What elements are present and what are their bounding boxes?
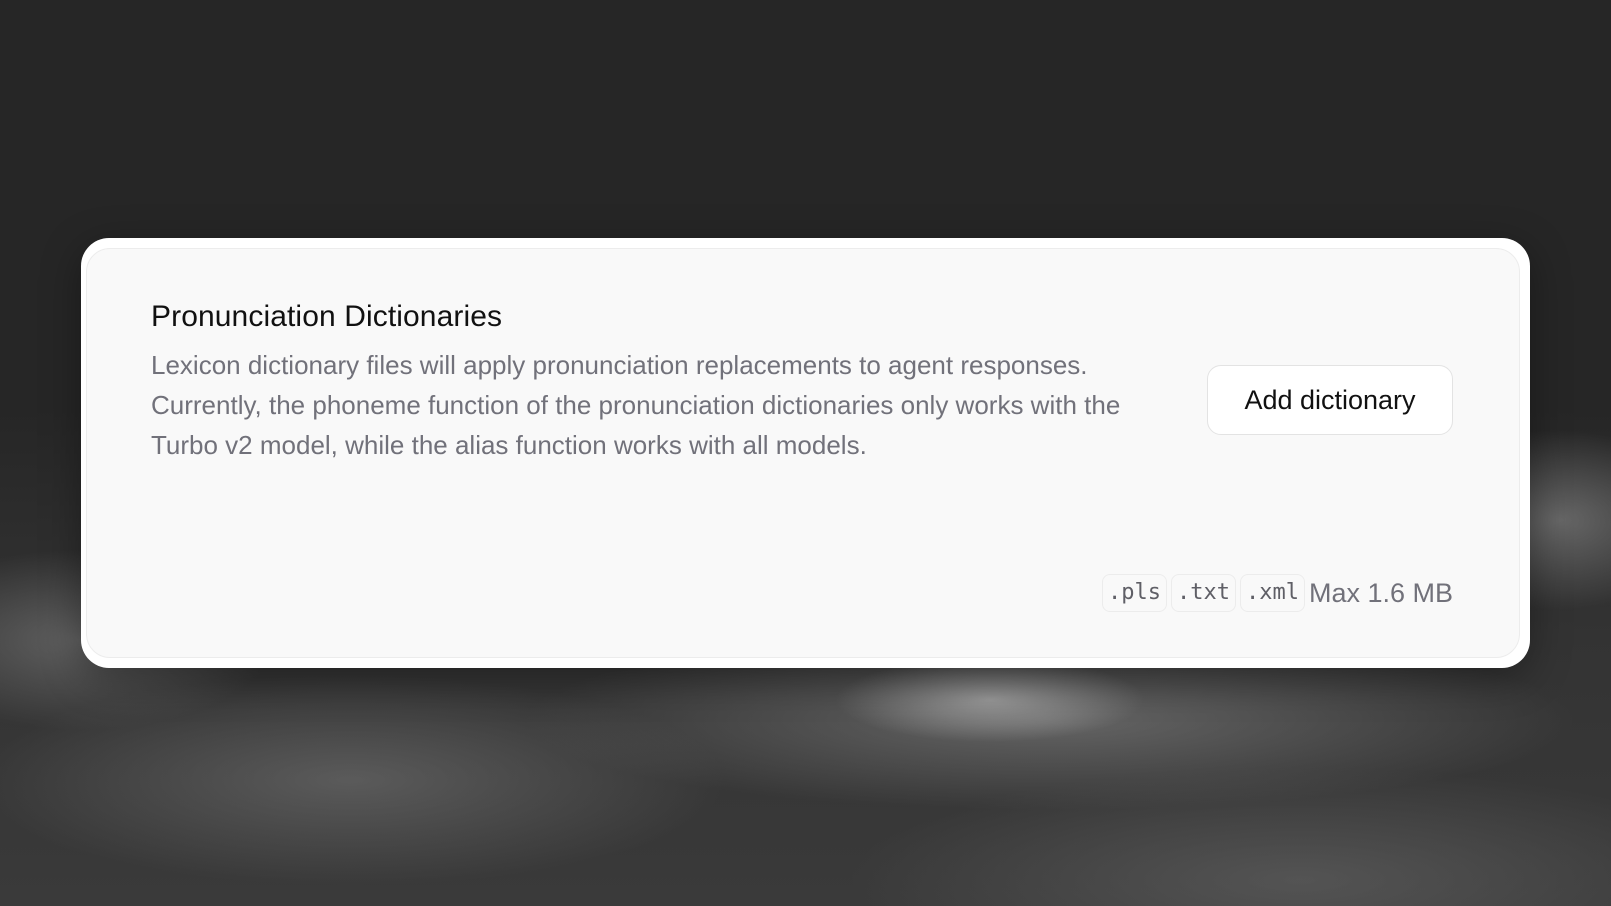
section-title: Pronunciation Dictionaries	[151, 300, 503, 333]
section-description: Lexicon dictionary files will apply pron…	[151, 350, 1121, 460]
pronunciation-dictionaries-card: Pronunciation Dictionaries Lexicon dicti…	[86, 248, 1520, 658]
max-file-size: Max 1.6 MB	[1308, 577, 1453, 608]
file-type-xml: .xml	[1239, 574, 1305, 612]
file-type-txt: .txt	[1170, 574, 1236, 612]
file-constraints: .pls .txt .xml Max 1.6 MB	[1102, 574, 1453, 612]
add-dictionary-button[interactable]: Add dictionary	[1207, 365, 1453, 435]
pronunciation-dictionaries-panel: Pronunciation Dictionaries Lexicon dicti…	[81, 238, 1530, 668]
file-type-pls: .pls	[1102, 574, 1167, 612]
